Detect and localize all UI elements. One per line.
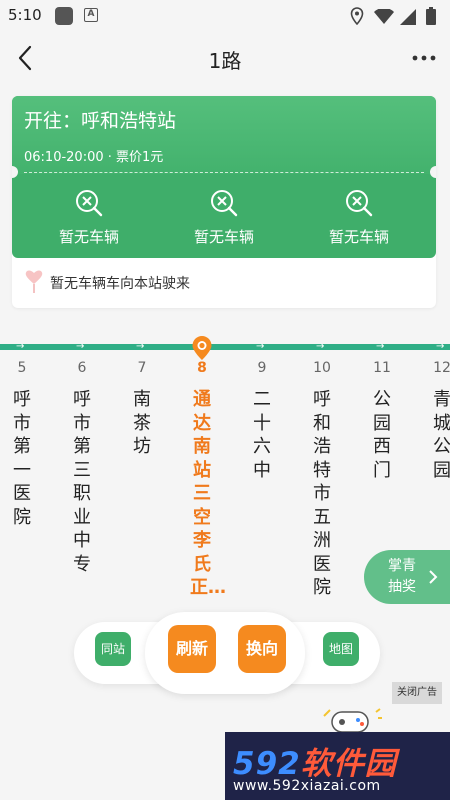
direction-arrow: → — [256, 341, 265, 352]
destination-text: 开往：呼和浩特站 — [24, 110, 177, 132]
divider — [24, 172, 424, 173]
stop-name: 呼市第一医院 — [13, 389, 31, 528]
stop-name: 青城公园 — [433, 389, 450, 481]
heart-balloon-icon — [25, 270, 43, 293]
stop-name: 公园西门 — [373, 389, 391, 481]
status-time: 5:10 — [8, 6, 42, 24]
stop-number: 11 — [373, 360, 391, 376]
refresh-button[interactable]: 刷新 — [168, 625, 216, 673]
nav-bar: 1路 — [0, 32, 450, 84]
no-vehicle-icon — [211, 190, 238, 217]
stop-number: 12 — [433, 360, 450, 376]
route-info-card: 开往：呼和浩特站 06:10-20:00 · 票价1元 暂无车辆 暂无车辆 暂无… — [12, 96, 436, 308]
stop-number: 6 — [77, 360, 87, 376]
direction-arrow: → — [76, 341, 85, 352]
vehicle-status-label: 暂无车辆 — [328, 228, 389, 246]
stop-name: 通达南站三空李氏正… — [190, 389, 226, 598]
watermark-url: www.592xiazai.com — [233, 778, 381, 794]
status-bar: 5:10 A — [0, 0, 450, 32]
vehicle-status-label: 暂无车辆 — [58, 228, 119, 246]
close-ad-button[interactable]: 关闭广告 — [392, 682, 442, 704]
signal-icon — [400, 9, 416, 25]
app-badge-icon: A — [84, 8, 98, 22]
map-button[interactable]: 地图 — [323, 632, 359, 666]
page-title: 1路 — [208, 49, 242, 73]
direction-arrow: → — [16, 341, 25, 352]
hours-price-text: 06:10-20:00 · 票价1元 — [24, 150, 164, 165]
route-stop-8-current[interactable]: 8 通达南站三空李氏正… — [190, 360, 226, 600]
wifi-icon — [374, 9, 394, 24]
watermark-text: 软件园 — [300, 746, 397, 782]
reverse-direction-button[interactable]: 换向 — [238, 625, 286, 673]
location-icon — [350, 7, 364, 25]
route-stop-9[interactable]: 9 二十六中 — [250, 360, 274, 482]
battery-icon — [426, 7, 436, 25]
vehicle-slot-2: 暂无车辆 — [159, 188, 289, 247]
vehicle-status-label: 暂无车辆 — [193, 228, 254, 246]
stop-name: 二十六中 — [253, 389, 271, 481]
route-info-header: 开往：呼和浩特站 06:10-20:00 · 票价1元 暂无车辆 暂无车辆 暂无… — [12, 96, 436, 258]
lottery-float-button[interactable]: 掌青 抽奖 — [364, 550, 450, 604]
chevron-right-icon — [429, 570, 438, 584]
direction-arrow: → — [436, 341, 445, 352]
game-controller-icon — [323, 708, 382, 733]
route-stop-11[interactable]: 11 公园西门 — [370, 360, 394, 482]
vehicle-slot-3: 暂无车辆 — [294, 188, 424, 247]
more-options-icon[interactable] — [410, 44, 438, 72]
route-stop-12[interactable]: 12 青城公园 — [430, 360, 450, 482]
stop-name: 呼市第三职业中专 — [73, 389, 91, 575]
route-stop-7[interactable]: 7 南茶坊 — [130, 360, 154, 459]
route-stop-10[interactable]: 10 呼和浩特市五洲医院 — [310, 360, 334, 600]
stop-number: 5 — [17, 360, 27, 376]
vehicle-slot-1: 暂无车辆 — [24, 188, 154, 247]
stop-number: 9 — [257, 360, 267, 376]
route-stop-6[interactable]: 6 呼市第三职业中专 — [70, 360, 94, 576]
stop-number: 7 — [137, 360, 147, 376]
stop-number: 8 — [197, 360, 207, 376]
stop-number: 10 — [313, 360, 331, 376]
watermark-logo: 592软件园 www.592xiazai.com — [225, 732, 450, 800]
stop-name: 呼和浩特市五洲医院 — [313, 389, 331, 598]
current-stop-marker-icon — [192, 336, 212, 360]
direction-arrow: → — [376, 341, 385, 352]
direction-arrow: → — [136, 341, 145, 352]
no-vehicle-icon — [76, 190, 103, 217]
same-station-button[interactable]: 同站 — [95, 632, 131, 666]
stop-name: 南茶坊 — [133, 389, 151, 457]
lottery-label: 掌青 抽奖 — [388, 558, 416, 595]
no-vehicle-icon — [346, 190, 373, 217]
route-stop-5[interactable]: 5 呼市第一医院 — [10, 360, 34, 529]
status-icons — [350, 6, 440, 26]
direction-arrow: → — [316, 341, 325, 352]
watermark-number: 592 — [233, 746, 301, 782]
app-notification-icon — [55, 7, 73, 25]
arrival-notice: 暂无车辆车向本站驶来 — [50, 276, 190, 292]
